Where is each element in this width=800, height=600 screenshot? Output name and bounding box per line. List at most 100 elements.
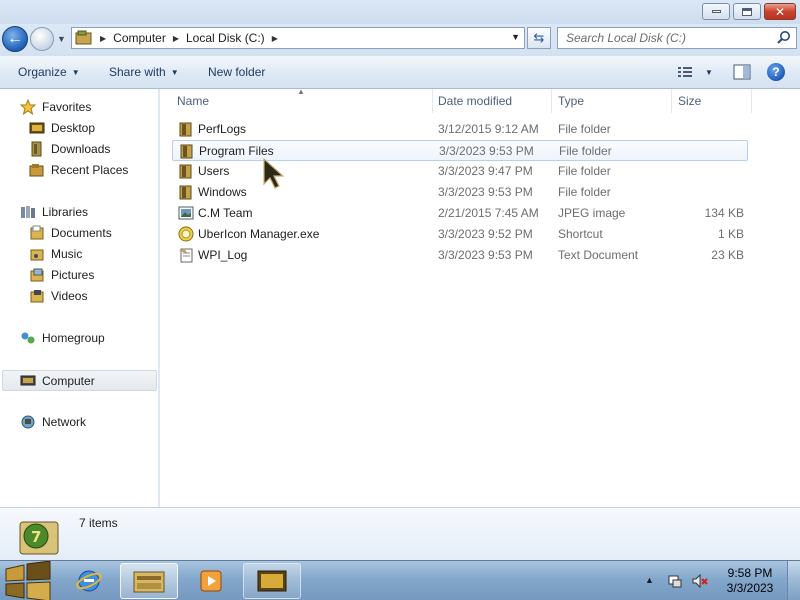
help-icon: ? bbox=[772, 65, 780, 79]
file-row[interactable]: Windows 3/3/2023 9:53 PM File folder bbox=[172, 182, 748, 203]
taskbar-internet-explorer[interactable] bbox=[60, 563, 118, 599]
volume-muted-icon[interactable] bbox=[692, 573, 708, 589]
desktop-app-icon bbox=[257, 570, 287, 592]
nav-documents-label: Documents bbox=[51, 226, 112, 240]
refresh-icon: ⇆ bbox=[533, 30, 545, 45]
nav-desktop[interactable]: Desktop bbox=[29, 120, 95, 136]
share-with-label: Share with bbox=[109, 65, 166, 79]
column-header-type[interactable]: Type bbox=[552, 89, 672, 113]
file-row[interactable]: UberIcon Manager.exe 3/3/2023 9:52 PM Sh… bbox=[172, 224, 748, 245]
nav-libraries[interactable]: Libraries bbox=[20, 204, 88, 220]
chevron-down-icon: ▼ bbox=[705, 67, 713, 77]
breadcrumb-computer[interactable]: Computer bbox=[113, 31, 166, 45]
nav-libraries-label: Libraries bbox=[42, 205, 89, 219]
back-button[interactable]: ← bbox=[2, 26, 28, 52]
nav-favorites-label: Favorites bbox=[42, 100, 92, 114]
share-with-menu[interactable]: Share with ▼ bbox=[109, 65, 179, 79]
folder-icon bbox=[179, 185, 192, 200]
column-header-name[interactable]: Name bbox=[171, 89, 433, 113]
taskbar-windows-explorer[interactable] bbox=[120, 563, 178, 599]
nav-videos[interactable]: Videos bbox=[29, 288, 87, 304]
new-folder-button[interactable]: New folder bbox=[208, 65, 265, 79]
close-button[interactable]: ✕ bbox=[764, 3, 796, 20]
file-type: File folder bbox=[558, 185, 611, 199]
music-icon bbox=[30, 249, 44, 261]
nav-recent-places[interactable]: Recent Places bbox=[29, 162, 128, 178]
nav-downloads[interactable]: Downloads bbox=[29, 141, 110, 157]
preview-pane-button[interactable] bbox=[733, 64, 751, 80]
change-view-button[interactable]: ▼ bbox=[677, 65, 717, 79]
show-hidden-icons-button[interactable]: ▲ bbox=[645, 575, 654, 585]
nav-homegroup[interactable]: Homegroup bbox=[20, 330, 105, 346]
search-icon bbox=[777, 31, 790, 44]
refresh-button[interactable]: ⇆ bbox=[527, 27, 551, 49]
file-name: Users bbox=[198, 164, 230, 178]
media-player-icon bbox=[200, 570, 222, 592]
search-input[interactable] bbox=[566, 31, 766, 45]
folder-icon bbox=[180, 144, 193, 159]
file-size: 1 KB bbox=[717, 227, 744, 241]
file-row[interactable]: Program Files 3/3/2023 9:53 PM File fold… bbox=[172, 140, 748, 161]
file-type: Text Document bbox=[558, 248, 639, 262]
maximize-button[interactable] bbox=[733, 3, 761, 20]
details-view-icon bbox=[678, 67, 692, 77]
file-name: PerfLogs bbox=[198, 122, 247, 136]
column-header-date-modified[interactable]: Date modified bbox=[432, 89, 552, 113]
nav-favorites[interactable]: Favorites bbox=[20, 99, 91, 115]
details-pane: 7 7 items bbox=[0, 507, 800, 560]
address-bar[interactable]: ▶ Computer ▶ Local Disk (C:) ▶ ▼ bbox=[71, 27, 525, 49]
breadcrumb-separator[interactable]: ▶ bbox=[272, 34, 278, 43]
folder-icon bbox=[179, 164, 192, 179]
drive-icon: 7 bbox=[19, 521, 59, 555]
system-clock[interactable]: 9:58 PM 3/3/2023 bbox=[722, 566, 778, 596]
start-button[interactable] bbox=[2, 561, 56, 600]
nav-documents[interactable]: Documents bbox=[29, 225, 112, 241]
image-file-icon bbox=[178, 206, 194, 220]
file-type: File folder bbox=[558, 122, 611, 136]
network-status-icon[interactable] bbox=[667, 573, 683, 589]
search-box[interactable] bbox=[557, 27, 797, 49]
star-icon bbox=[20, 99, 36, 115]
taskbar: ▲ 9:58 PM 3/3/2023 bbox=[0, 560, 800, 600]
breadcrumb-separator[interactable]: ▶ bbox=[100, 34, 106, 43]
file-date: 3/3/2023 9:53 PM bbox=[438, 185, 533, 199]
help-button[interactable]: ? bbox=[767, 63, 785, 81]
show-desktop-button[interactable] bbox=[787, 561, 800, 600]
pictures-icon bbox=[30, 268, 44, 282]
nav-downloads-label: Downloads bbox=[51, 142, 111, 156]
videos-icon bbox=[30, 290, 44, 303]
nav-pictures[interactable]: Pictures bbox=[29, 267, 94, 283]
nav-network-label: Network bbox=[42, 415, 87, 429]
navigation-pane: Favorites Desktop Downloads Recent Place… bbox=[0, 89, 159, 507]
breadcrumb-separator[interactable]: ▶ bbox=[173, 34, 179, 43]
file-row[interactable]: C.M Team 2/21/2015 7:45 AM JPEG image 13… bbox=[172, 203, 748, 224]
address-history-dropdown[interactable]: ▼ bbox=[511, 32, 520, 42]
nav-computer[interactable]: Computer bbox=[2, 370, 157, 391]
organize-label: Organize bbox=[18, 65, 67, 79]
file-type: Shortcut bbox=[558, 227, 603, 241]
file-type: JPEG image bbox=[558, 206, 626, 220]
item-count: 7 items bbox=[79, 516, 118, 530]
forward-button[interactable] bbox=[30, 27, 54, 51]
file-date: 3/3/2023 9:53 PM bbox=[438, 248, 533, 262]
clock-date: 3/3/2023 bbox=[726, 581, 774, 595]
file-size: 23 KB bbox=[711, 248, 744, 262]
file-date: 3/12/2015 9:12 AM bbox=[438, 122, 539, 136]
folder-icon bbox=[179, 122, 192, 137]
text-document-icon bbox=[179, 248, 193, 263]
file-row[interactable]: PerfLogs 3/12/2015 9:12 AM File folder bbox=[172, 119, 748, 140]
nav-music[interactable]: Music bbox=[29, 246, 82, 262]
file-type: File folder bbox=[559, 144, 612, 158]
nav-network[interactable]: Network bbox=[20, 414, 86, 430]
organize-menu[interactable]: Organize ▼ bbox=[18, 65, 80, 79]
breadcrumb-local-disk[interactable]: Local Disk (C:) bbox=[186, 31, 265, 45]
file-row[interactable]: WPI_Log 3/3/2023 9:53 PM Text Document 2… bbox=[172, 245, 748, 266]
taskbar-open-window[interactable] bbox=[243, 563, 301, 599]
minimize-button[interactable] bbox=[702, 3, 730, 20]
file-name: WPI_Log bbox=[198, 248, 248, 262]
taskbar-media-player[interactable] bbox=[182, 563, 240, 599]
file-row[interactable]: Users 3/3/2023 9:47 PM File folder bbox=[172, 161, 748, 182]
column-header-size[interactable]: Size bbox=[672, 89, 752, 113]
recent-pages-dropdown[interactable]: ▼ bbox=[57, 34, 67, 44]
internet-explorer-icon bbox=[76, 570, 102, 592]
